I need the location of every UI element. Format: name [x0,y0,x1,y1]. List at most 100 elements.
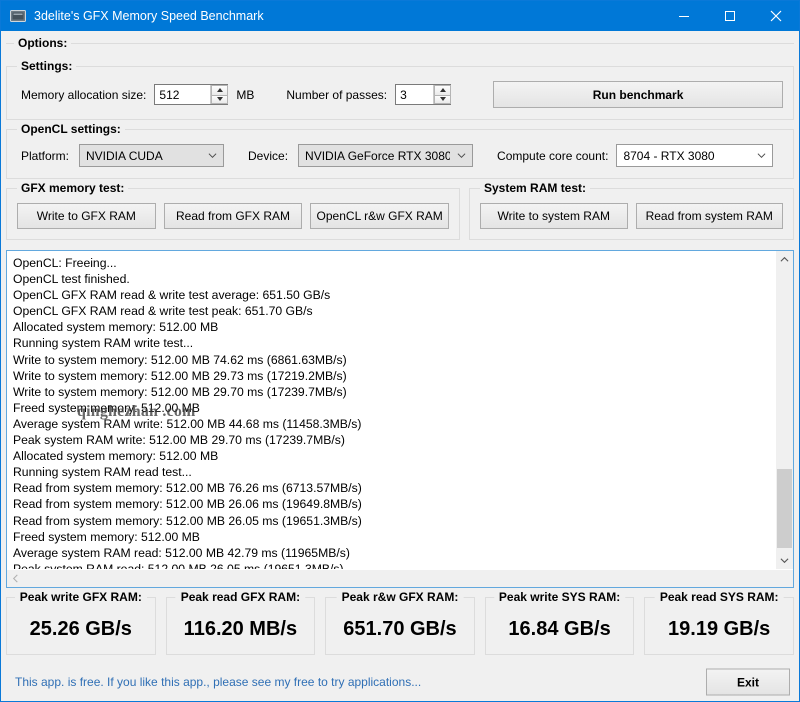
log-line: Freed system memory: 512.00 MB [13,529,771,545]
device-select[interactable]: NVIDIA GeForce RTX 3080 [298,144,473,167]
result-peak-write-sys-ram: Peak write SYS RAM: 16.84 GB/s [485,597,635,655]
result-peak-rw-gfx-ram: Peak r&w GFX RAM: 651.70 GB/s [325,597,475,655]
free-applications-link[interactable]: This app. is free. If you like this app.… [15,675,421,689]
number-of-passes-spin-down[interactable] [434,95,451,105]
platform-select[interactable]: NVIDIA CUDA [79,144,224,167]
scrollbar-corner [776,570,793,587]
read-from-system-ram-button[interactable]: Read from system RAM [636,203,784,229]
options-group: Options: [6,43,794,62]
triangle-down-icon [440,97,446,101]
settings-row: Memory allocation size: MB Number of pas… [21,81,783,108]
maximize-icon [724,10,736,22]
chevron-down-icon [750,151,772,160]
log-line: Allocated system memory: 512.00 MB [13,319,771,335]
result-title: Peak read GFX RAM: [176,590,305,604]
triangle-up-icon [217,88,223,92]
number-of-passes-stepper[interactable] [395,84,451,105]
scroll-left-button[interactable] [7,570,24,587]
log-panel: qinghezhan .com OpenCL: Freeing...OpenCL… [6,250,794,588]
triangle-down-icon [217,97,223,101]
options-group-title: Options: [14,36,71,50]
number-of-passes-spin-buttons[interactable] [433,85,451,104]
memory-allocation-input[interactable] [155,85,210,104]
triangle-up-icon [440,88,446,92]
minimize-button[interactable] [661,1,707,31]
close-button[interactable] [753,1,799,31]
log-line: Allocated system memory: 512.00 MB [13,448,771,464]
log-vertical-scrollbar[interactable] [775,251,793,569]
log-output[interactable]: OpenCL: Freeing...OpenCL test finished.O… [7,251,775,569]
result-peak-read-sys-ram: Peak read SYS RAM: 19.19 GB/s [644,597,794,655]
system-ram-test-group: System RAM test: Write to system RAM Rea… [469,188,794,240]
footer: This app. is free. If you like this app.… [6,663,794,701]
opencl-group-title: OpenCL settings: [17,122,125,136]
log-main: OpenCL: Freeing...OpenCL test finished.O… [7,251,793,569]
compute-core-count-label: Compute core count: [497,149,608,163]
scroll-down-button[interactable] [776,552,793,569]
platform-select-value: NVIDIA CUDA [80,149,201,163]
result-value: 19.19 GB/s [668,618,770,641]
log-line: Write to system memory: 512.00 MB 29.73 … [13,368,771,384]
log-line: Running system RAM write test... [13,335,771,351]
log-line: Write to system memory: 512.00 MB 29.70 … [13,384,771,400]
write-to-system-ram-button[interactable]: Write to system RAM [480,203,628,229]
memory-allocation-spin-up[interactable] [211,85,228,95]
title-bar: 3delite's GFX Memory Speed Benchmark [1,1,799,31]
settings-group: Settings: Memory allocation size: MB Num… [6,66,794,120]
result-title: Peak write GFX RAM: [15,590,147,604]
chevron-left-icon [11,574,20,583]
close-icon [770,10,782,22]
log-line: Read from system memory: 512.00 MB 76.26… [13,480,771,496]
maximize-button[interactable] [707,1,753,31]
log-line: Running system RAM read test... [13,464,771,480]
log-vertical-scroll-thumb[interactable] [777,469,792,548]
exit-button[interactable]: Exit [706,669,790,696]
settings-group-title: Settings: [17,59,76,73]
result-value: 16.84 GB/s [508,618,610,641]
log-line: OpenCL test finished. [13,271,771,287]
application-window: 3delite's GFX Memory Speed Benchmark Opt… [0,0,800,702]
log-line: Peak system RAM write: 512.00 MB 29.70 m… [13,432,771,448]
platform-label: Platform: [21,149,69,163]
number-of-passes-spin-up[interactable] [434,85,451,95]
chevron-down-icon [201,151,223,160]
number-of-passes-input[interactable] [396,85,433,104]
memory-allocation-spin-buttons[interactable] [210,85,228,104]
log-vertical-scroll-track[interactable] [776,268,793,552]
scroll-up-button[interactable] [776,251,793,268]
run-benchmark-button[interactable]: Run benchmark [493,81,783,108]
log-line: Read from system memory: 512.00 MB 26.06… [13,496,771,512]
write-to-gfx-ram-button[interactable]: Write to GFX RAM [17,203,156,229]
read-from-gfx-ram-button[interactable]: Read from GFX RAM [164,203,303,229]
memory-allocation-stepper[interactable] [154,84,228,105]
log-line: Average system RAM write: 512.00 MB 44.6… [13,416,771,432]
log-line: OpenCL GFX RAM read & write test peak: 6… [13,303,771,319]
gfx-test-buttons: Write to GFX RAM Read from GFX RAM OpenC… [17,203,449,229]
system-test-buttons: Write to system RAM Read from system RAM [480,203,783,229]
log-line: Read from system memory: 512.00 MB 26.05… [13,513,771,529]
gfx-memory-test-title: GFX memory test: [17,181,128,195]
window-title: 3delite's GFX Memory Speed Benchmark [34,9,661,23]
device-select-value: NVIDIA GeForce RTX 3080 [299,149,450,163]
result-title: Peak read SYS RAM: [655,590,784,604]
compute-core-count-select[interactable]: 8704 - RTX 3080 [616,144,773,167]
result-title: Peak write SYS RAM: [494,590,625,604]
memory-allocation-label: Memory allocation size: [21,88,146,102]
results-row: Peak write GFX RAM: 25.26 GB/s Peak read… [6,597,794,655]
log-line: OpenCL GFX RAM read & write test average… [13,287,771,303]
chevron-up-icon [780,255,789,264]
log-line: Write to system memory: 512.00 MB 74.62 … [13,352,771,368]
compute-core-count-value: 8704 - RTX 3080 [617,149,750,163]
log-horizontal-scrollbar[interactable] [7,569,793,587]
opencl-rw-gfx-ram-button[interactable]: OpenCL r&w GFX RAM [310,203,449,229]
result-value: 116.20 MB/s [184,618,297,641]
chevron-down-icon [450,151,472,160]
chevron-down-icon [780,556,789,565]
log-line: OpenCL: Freeing... [13,255,771,271]
memory-allocation-spin-down[interactable] [211,95,228,105]
result-value: 651.70 GB/s [343,618,456,641]
number-of-passes-label: Number of passes: [286,88,387,102]
opencl-settings-group: OpenCL settings: Platform: NVIDIA CUDA D… [6,129,794,179]
log-line: Average system RAM read: 512.00 MB 42.79… [13,545,771,561]
result-peak-write-gfx-ram: Peak write GFX RAM: 25.26 GB/s [6,597,156,655]
